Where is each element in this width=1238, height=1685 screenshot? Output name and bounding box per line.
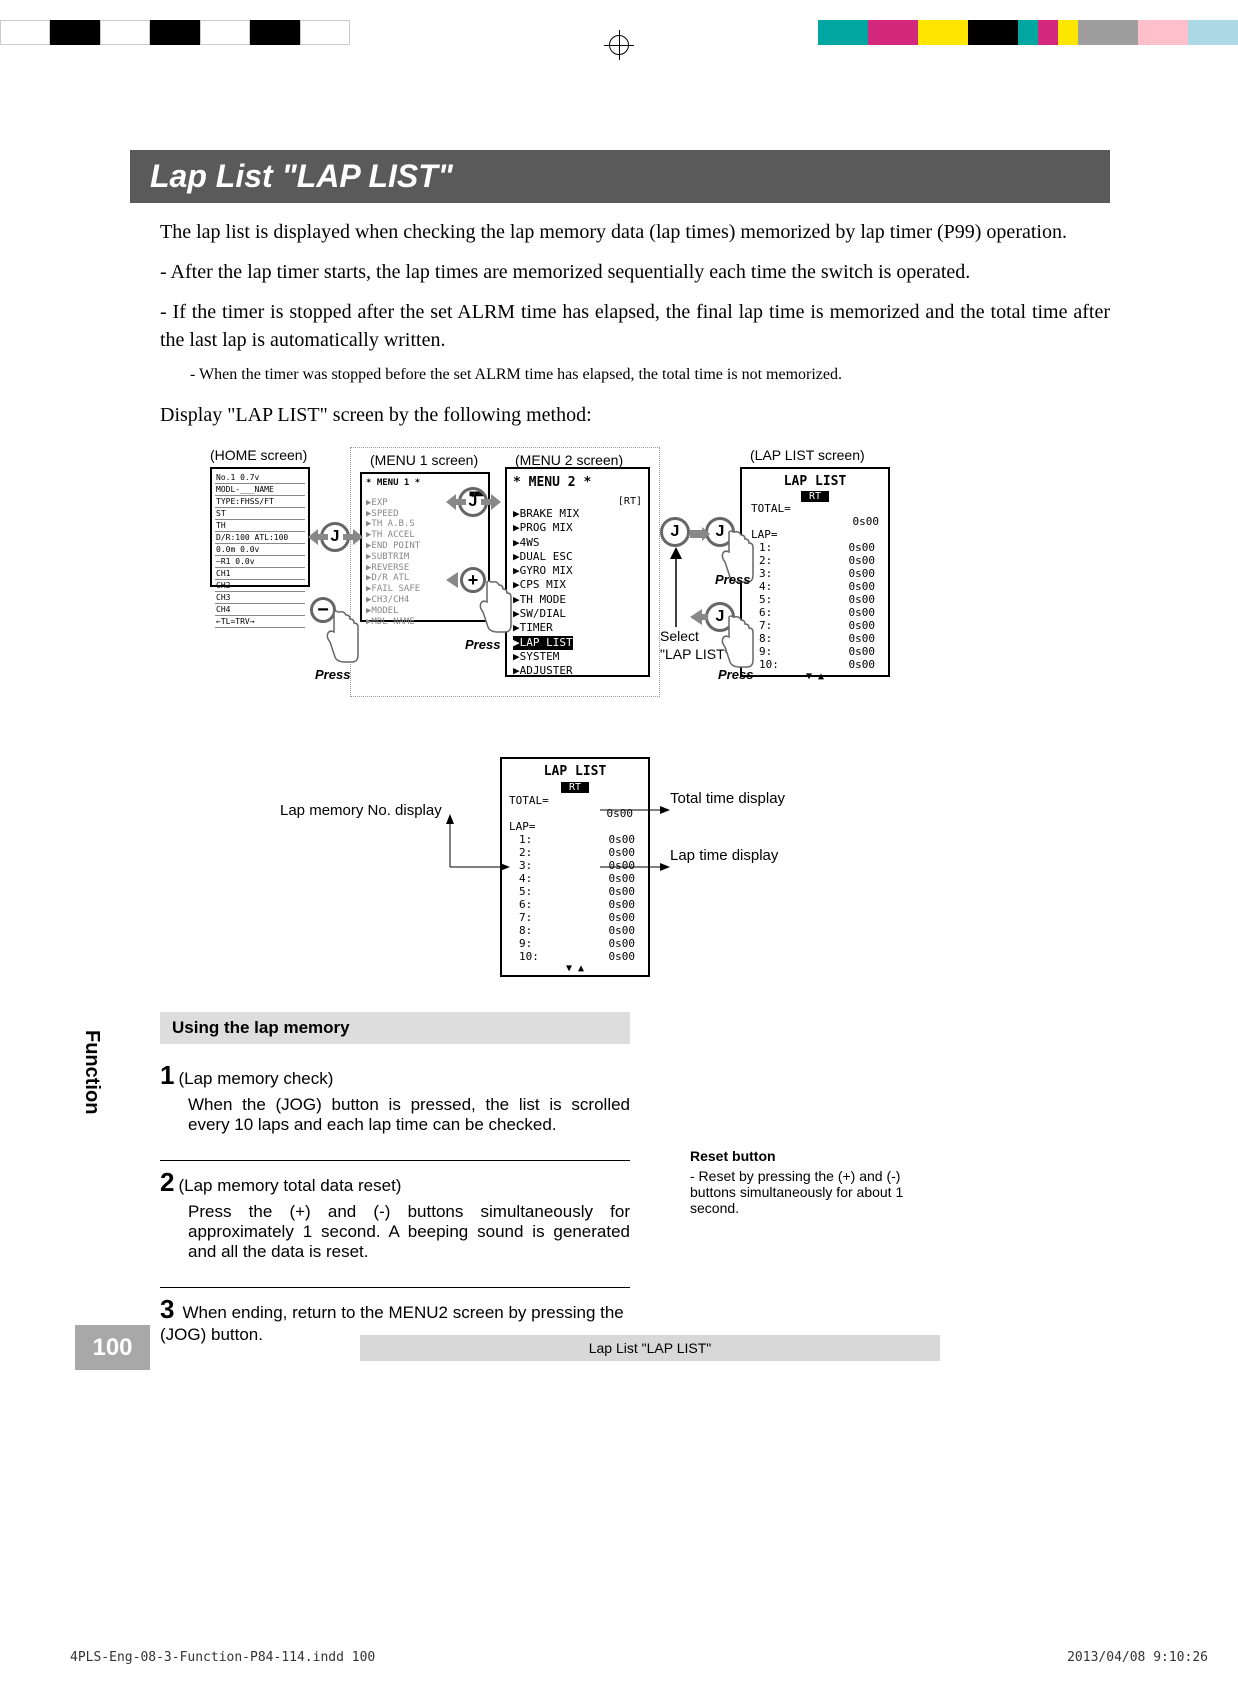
menu1-screen-label: (MENU 1 screen) bbox=[370, 452, 478, 468]
home-screen-mock: No.1 0.7vMODL-___NAMETYPE:FHSS/FTSTTHD/R… bbox=[210, 467, 310, 587]
press-label: Press bbox=[465, 637, 500, 652]
registration-cross-icon bbox=[604, 30, 634, 60]
left-arrow-icon bbox=[446, 570, 460, 590]
step-number: 1 bbox=[160, 1060, 174, 1090]
function-section-tab: Function bbox=[80, 1030, 103, 1114]
display-method-heading: Display "LAP LIST" screen by the followi… bbox=[130, 404, 1110, 427]
navigation-diagram: (HOME screen) No.1 0.7vMODL-___NAMETYPE:… bbox=[160, 442, 1080, 732]
step-2: 2 (Lap memory total data reset) Press th… bbox=[160, 1160, 630, 1262]
home-screen-label: (HOME screen) bbox=[210, 447, 307, 463]
step-body: Press the (+) and (-) buttons simultaneo… bbox=[188, 1202, 630, 1262]
bidir-arrow-icon bbox=[308, 525, 363, 549]
intro-para-3: - If the timer is stopped after the set … bbox=[130, 298, 1110, 354]
step-number: 2 bbox=[160, 1167, 174, 1197]
step-number: 3 bbox=[160, 1294, 174, 1324]
laplist-screen-mock: LAP LIST RT TOTAL= 0s00 LAP= 1:0s002:0s0… bbox=[740, 467, 890, 677]
right-arrow-icon bbox=[690, 527, 710, 541]
callout-total-time: Total time display bbox=[670, 790, 785, 807]
callout-arrow-icon bbox=[600, 855, 670, 857]
reset-header: Reset button bbox=[690, 1148, 950, 1164]
intro-para-2: - After the lap timer starts, the lap ti… bbox=[130, 258, 1110, 286]
page-content: Lap List "LAP LIST" The lap list is disp… bbox=[130, 150, 1110, 1370]
left-arrow-icon bbox=[690, 607, 708, 627]
callout-lap-time: Lap time display bbox=[670, 847, 778, 864]
menu2-screen-label: (MENU 2 screen) bbox=[515, 452, 623, 468]
press-label: Press bbox=[715, 572, 750, 587]
callout-arrow-icon bbox=[450, 812, 510, 872]
section-title: Lap List "LAP LIST" bbox=[130, 150, 1110, 203]
hand-press-icon bbox=[715, 612, 760, 672]
left-bars bbox=[0, 20, 350, 45]
reset-body: - Reset by pressing the (+) and (-) butt… bbox=[690, 1168, 950, 1216]
right-bars bbox=[818, 20, 1238, 45]
step-title: (Lap memory total data reset) bbox=[178, 1176, 401, 1195]
laplist-detail-diagram: LAP LIST RT TOTAL= 0s00 LAP= 1:0s002:0s0… bbox=[160, 752, 1080, 992]
step-body: When the (JOG) button is pressed, the li… bbox=[188, 1095, 630, 1135]
press-label: Press bbox=[718, 667, 753, 682]
intro-note: - When the timer was stopped before the … bbox=[130, 366, 1110, 384]
callout-arrow-icon bbox=[600, 798, 670, 800]
step-1: 1 (Lap memory check) When the (JOG) butt… bbox=[160, 1054, 630, 1135]
jog-button-icon: J bbox=[660, 517, 690, 547]
indd-timestamp: 2013/04/08 9:10:26 bbox=[1067, 1650, 1208, 1665]
page-number: 100 bbox=[92, 1334, 132, 1362]
page-number-box: 100 bbox=[75, 1325, 150, 1370]
press-label: Press bbox=[315, 667, 350, 682]
up-arrow-line-icon bbox=[670, 547, 682, 627]
laplist-screen-label: (LAP LIST screen) bbox=[750, 447, 865, 463]
callout-lap-no: Lap memory No. display bbox=[280, 802, 442, 819]
bidir-arrow-icon bbox=[446, 490, 501, 514]
footer-title-bar: Lap List "LAP LIST" bbox=[360, 1335, 940, 1361]
intro-para-1: The lap list is displayed when checking … bbox=[130, 218, 1110, 246]
reset-button-note: Reset button - Reset by pressing the (+)… bbox=[690, 1148, 950, 1216]
indd-source-file: 4PLS-Eng-08-3-Function-P84-114.indd 100 bbox=[70, 1650, 375, 1665]
using-lap-memory-header: Using the lap memory bbox=[160, 1012, 630, 1044]
menu2-screen-mock: * MENU 2 * [RT] ▶BRAKE MIX▶PROG MIX▶4WS▶… bbox=[505, 467, 650, 677]
hand-press-icon bbox=[473, 577, 518, 637]
step-title: (Lap memory check) bbox=[178, 1069, 333, 1088]
hand-press-icon bbox=[320, 607, 365, 667]
